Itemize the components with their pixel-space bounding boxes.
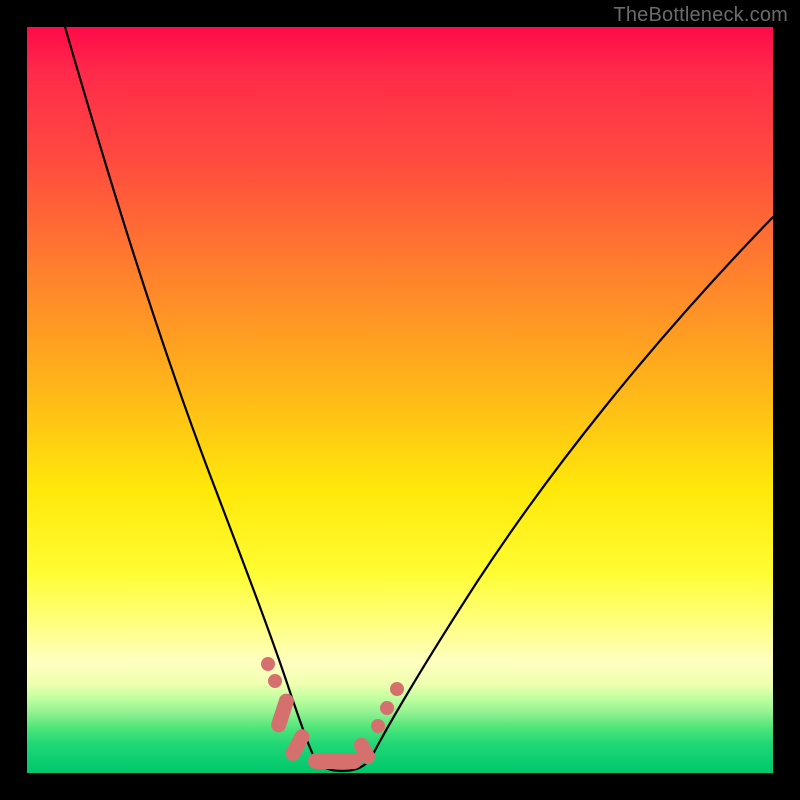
watermark-text: TheBottleneck.com	[613, 4, 788, 27]
frame: TheBottleneck.com	[0, 0, 800, 800]
marker-dot	[268, 674, 282, 688]
bottleneck-curve	[27, 27, 773, 773]
marker-dot	[380, 701, 394, 715]
curve-right-branch	[371, 217, 773, 758]
plot-area	[27, 27, 773, 773]
marker-dot	[371, 719, 385, 733]
curve-left-branch	[65, 27, 315, 759]
marker-dot	[390, 682, 404, 696]
marker-segment	[308, 753, 362, 769]
marker-dot	[261, 657, 275, 671]
